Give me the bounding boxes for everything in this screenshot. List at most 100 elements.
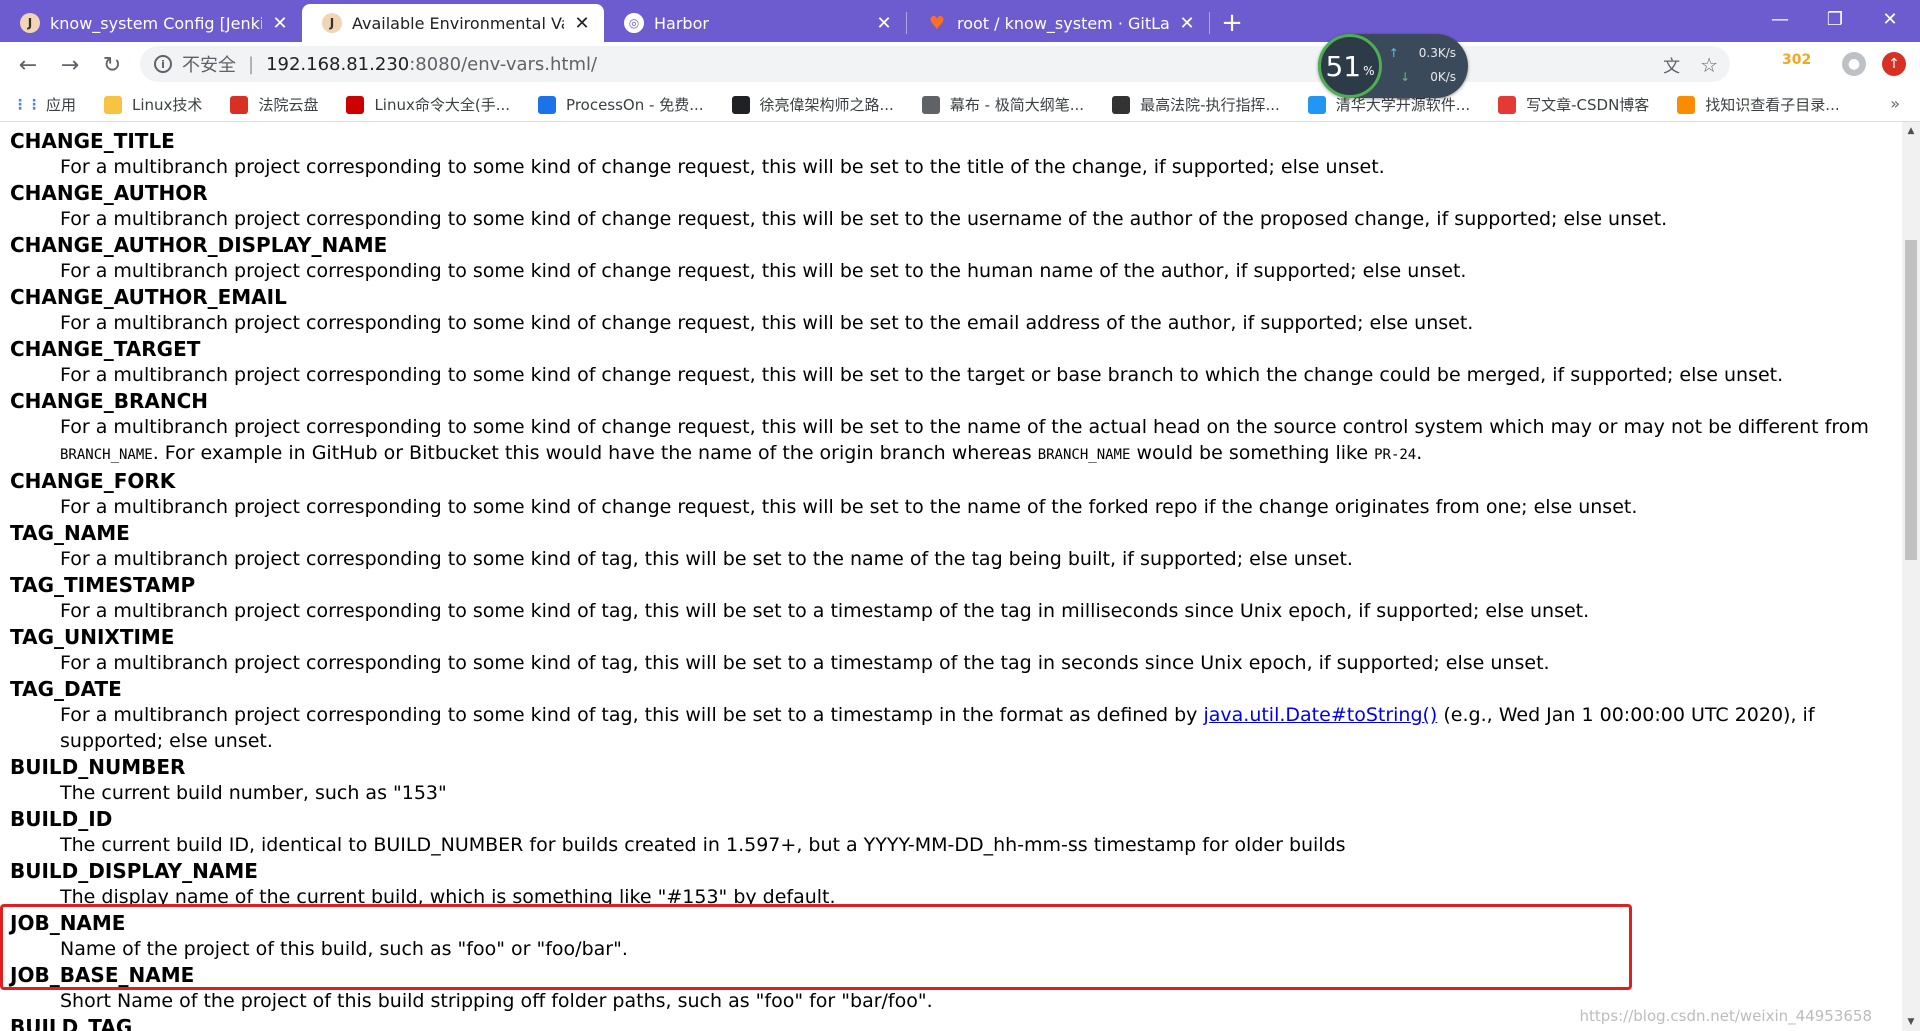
scroll-up-icon[interactable]: ▲	[1902, 122, 1920, 140]
bookmark-item[interactable]: 幕布 - 极简大纲笔...	[921, 94, 1085, 115]
env-var-description: For a multibranch project corresponding …	[60, 312, 1474, 334]
description-text: . For example in GitHub or Bitbucket thi…	[152, 442, 1038, 464]
bookmark-item[interactable]: ⋮⋮ 应用	[13, 94, 77, 115]
env-var-description: For a multibranch project corresponding …	[60, 414, 1890, 468]
env-var-name: CHANGE_TARGET	[10, 337, 201, 361]
tab-title: root / know_system · GitLab	[957, 13, 1169, 33]
env-var-name: TAG_UNIXTIME	[10, 625, 175, 649]
env-var-description: For a multibranch project corresponding …	[60, 364, 1784, 386]
code-literal: BRANCH_NAME	[1037, 447, 1131, 463]
tsinghua-icon	[1307, 95, 1326, 114]
tab-env-vars[interactable]: J Available Environmental Varial ✕	[302, 4, 604, 42]
close-icon[interactable]: ✕	[270, 13, 290, 34]
forward-arrow-icon[interactable]: →	[50, 45, 90, 85]
back-arrow-icon[interactable]: ←	[8, 45, 48, 85]
env-var-name: CHANGE_FORK	[10, 469, 176, 493]
gitlab-icon: ♥	[928, 12, 946, 34]
bookmarks-bar: ⋮⋮ 应用 Linux技术 法院云盘 Linux命令大全(手... ProcessOn -…	[0, 88, 1920, 122]
security-label[interactable]: 不安全	[182, 51, 236, 77]
code-literal: PR-24	[1374, 447, 1417, 463]
cpu-usage-gauge: 51%	[1318, 34, 1382, 98]
address-separator: |	[248, 53, 255, 75]
env-var-description: For a multibranch project corresponding …	[60, 496, 1638, 518]
env-var-description: Name of the project of this build, such …	[60, 938, 628, 960]
minimize-icon[interactable]: —	[1750, 0, 1810, 38]
bookmark-label: 法院云盘	[258, 96, 319, 114]
bookmark-label: 应用	[46, 96, 77, 114]
bookmark-label: ProcessOn - 免费...	[566, 96, 704, 114]
jenkins-icon: J	[20, 13, 40, 33]
watermark: https://blog.csdn.net/weixin_44953658	[1579, 1007, 1872, 1025]
extension-badge[interactable]: 302	[1782, 52, 1811, 68]
translate-icon[interactable]: ⽂	[1663, 52, 1680, 77]
apps-grid-icon: ⋮⋮	[13, 96, 41, 113]
env-var-description: For a multibranch project corresponding …	[60, 652, 1550, 674]
bookmark-item[interactable]: Linux技术	[104, 94, 202, 115]
network-speed-widget[interactable]: 51% ↑ 0.3K/s ↓ 0K/s	[1318, 34, 1468, 98]
download-rate-value: 0K/s	[1430, 70, 1456, 84]
tab-gitlab[interactable]: ♥ root / know_system · GitLab ✕	[907, 4, 1209, 42]
scrollbar-thumb[interactable]	[1905, 240, 1917, 560]
info-icon[interactable]: i	[154, 55, 172, 73]
percent-sign: %	[1363, 64, 1375, 78]
env-var-description: For a multibranch project corresponding …	[60, 156, 1385, 178]
bookmark-item[interactable]: 徐亮偉架构师之路...	[731, 94, 894, 115]
cpu-usage-value: 51	[1325, 49, 1362, 83]
profile-avatar-icon[interactable]: ●	[1842, 52, 1866, 76]
close-icon[interactable]: ✕	[572, 13, 592, 34]
bookmark-label: Linux技术	[132, 96, 203, 114]
bookmark-label: 幕布 - 极简大纲笔...	[949, 96, 1085, 114]
page-content: CHANGE_TITLE For a multibranch project co…	[0, 122, 1902, 1031]
processon-icon	[538, 95, 557, 114]
vertical-scrollbar[interactable]: ▲ ▼	[1902, 122, 1920, 1031]
bookmark-item[interactable]: Linux命令大全(手...	[346, 94, 510, 115]
bookmark-star-icon[interactable]: ☆	[1700, 53, 1718, 77]
env-var-name: TAG_NAME	[10, 521, 130, 545]
browser-toolbar: ← → ↻ i 不安全 | 192.168.81.230 :8080/env-v…	[0, 42, 1920, 88]
bookmarks-overflow-icon[interactable]: »	[1890, 94, 1900, 113]
close-icon[interactable]: ✕	[1177, 13, 1197, 34]
new-tab-button[interactable]: +	[1210, 4, 1254, 42]
env-var-description: For a multibranch project corresponding …	[60, 600, 1590, 622]
address-bar[interactable]: i 不安全 | 192.168.81.230 :8080/env-vars.ht…	[140, 46, 1730, 82]
blog-icon	[731, 95, 750, 114]
upload-rate: ↑ 0.3K/s	[1389, 46, 1456, 60]
harbor-icon: ◎	[624, 13, 644, 33]
tab-title: Available Environmental Varial	[352, 13, 564, 33]
tab-title: know_system Config [Jenkins]	[50, 13, 262, 33]
javadoc-link[interactable]: java.util.Date#toString()	[1203, 704, 1437, 726]
update-alert-icon[interactable]: ↑	[1882, 52, 1906, 76]
description-text: would be something like	[1130, 442, 1375, 464]
close-icon[interactable]: ✕	[874, 13, 894, 34]
bookmark-item[interactable]: ProcessOn - 免费...	[538, 94, 704, 115]
env-var-list: CHANGE_TITLE For a multibranch project co…	[10, 128, 1890, 1031]
bookmark-label: 找知识查看子目录...	[1705, 96, 1840, 114]
reload-icon[interactable]: ↻	[92, 45, 132, 85]
tab-title: Harbor	[654, 13, 709, 33]
mubu-icon	[921, 95, 940, 114]
env-var-name: TAG_DATE	[10, 677, 122, 701]
description-text: .	[1416, 442, 1423, 464]
bookmark-label: Linux命令大全(手...	[374, 96, 511, 114]
download-rate: ↓ 0K/s	[1400, 70, 1456, 84]
bookmark-item[interactable]: 法院云盘	[230, 94, 318, 115]
env-var-name: BUILD_DISPLAY_NAME	[10, 859, 258, 883]
tab-harbor[interactable]: ◎ Harbor ✕	[604, 4, 906, 42]
tab-jenkins-config[interactable]: J know_system Config [Jenkins] ✕	[0, 4, 302, 42]
bookmark-label: 徐亮偉架构师之路...	[759, 96, 894, 114]
cloud-drive-icon	[230, 95, 249, 114]
env-var-description: For a multibranch project corresponding …	[60, 208, 1668, 230]
env-var-name: CHANGE_AUTHOR_EMAIL	[10, 285, 287, 309]
env-var-description: For a multibranch project corresponding …	[60, 548, 1353, 570]
court-icon	[1112, 95, 1131, 114]
knowledge-icon	[1677, 95, 1696, 114]
bookmark-item[interactable]: 最高法院-执行指挥...	[1112, 94, 1280, 115]
close-window-icon[interactable]: ✕	[1860, 0, 1920, 38]
code-literal: BRANCH_NAME	[60, 447, 153, 463]
restore-icon[interactable]: ❐	[1805, 0, 1865, 38]
upload-arrow-icon: ↑	[1388, 46, 1399, 60]
bookmark-item[interactable]: 找知识查看子目录...	[1677, 94, 1840, 115]
env-var-name: BUILD_NUMBER	[10, 755, 186, 779]
bookmark-item[interactable]: 写文章-CSDN博客	[1498, 94, 1649, 115]
scroll-down-icon[interactable]: ▼	[1902, 1013, 1920, 1031]
